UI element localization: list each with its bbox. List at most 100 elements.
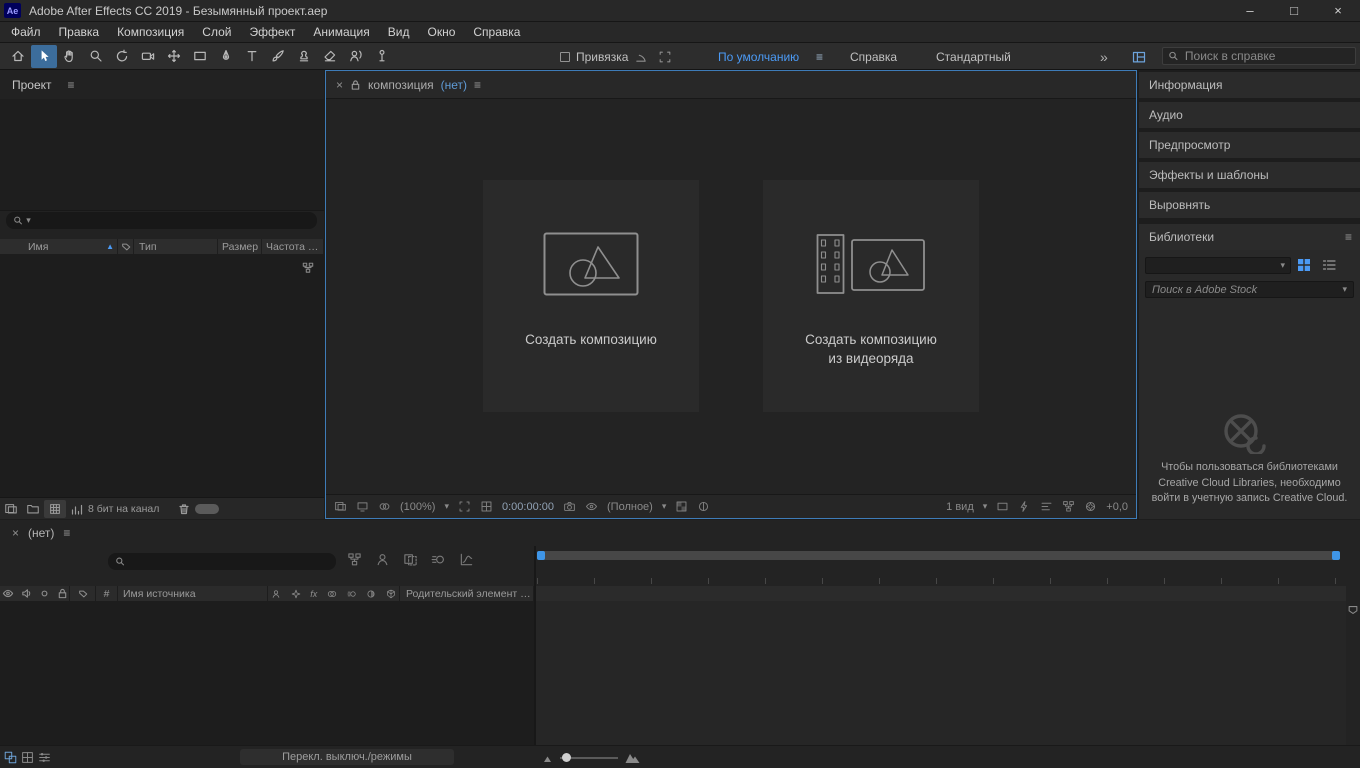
tab-close-icon[interactable]: × [12, 526, 19, 540]
motion-blur-icon[interactable] [347, 589, 357, 599]
menu-item-layer[interactable]: Слой [193, 25, 240, 39]
timeline-tab[interactable]: × (нет) ≡ [0, 520, 1360, 546]
mask-visibility-icon[interactable] [697, 500, 710, 513]
sort-ascending-icon[interactable]: ▲ [106, 242, 114, 251]
zoom-tool[interactable] [83, 45, 109, 68]
menu-item-window[interactable]: Окно [418, 25, 464, 39]
audio-panel-header[interactable]: Аудио [1139, 102, 1360, 128]
exposure-value[interactable]: +0,0 [1106, 501, 1128, 513]
column-label[interactable] [118, 239, 134, 254]
maximize-button[interactable]: □ [1272, 0, 1316, 21]
info-panel-header[interactable]: Информация [1139, 72, 1360, 98]
shy-icon[interactable] [271, 589, 281, 599]
stock-search-input[interactable] [1152, 284, 1338, 296]
preview-panel-header[interactable]: Предпросмотр [1139, 132, 1360, 158]
new-composition-card[interactable]: Создать композицию [483, 180, 699, 412]
menu-item-animation[interactable]: Анимация [304, 25, 378, 39]
graph-editor-icon[interactable] [459, 552, 474, 567]
caret-down-icon[interactable]: ▾ [662, 501, 667, 512]
close-button[interactable]: × [1316, 0, 1360, 21]
view-layout-dropdown[interactable]: 1 вид [946, 501, 974, 513]
zoom-slider-knob[interactable] [562, 753, 571, 762]
panel-menu-icon[interactable]: ≡ [68, 78, 75, 92]
new-composition-from-footage-card[interactable]: Создать композицию из видеоряда [763, 180, 979, 412]
project-panel-tab[interactable]: Проект ≡ [0, 70, 324, 99]
project-item-list[interactable] [0, 254, 324, 497]
caret-down-icon[interactable]: ▾ [444, 501, 449, 512]
type-tool[interactable] [239, 45, 265, 68]
menu-item-view[interactable]: Вид [379, 25, 419, 39]
pan-behind-tool[interactable] [161, 45, 187, 68]
eraser-tool[interactable] [317, 45, 343, 68]
tab-close-icon[interactable]: × [336, 78, 343, 92]
speaker-icon[interactable] [21, 588, 32, 599]
column-size[interactable]: Размер [218, 239, 262, 254]
solo-icon[interactable] [39, 588, 50, 599]
menu-item-composition[interactable]: Композиция [108, 25, 193, 39]
bit-depth-button[interactable]: 8 бит на канал [88, 503, 159, 515]
puppet-pin-tool[interactable] [369, 45, 395, 68]
rectangle-tool[interactable] [187, 45, 213, 68]
project-settings-button[interactable] [66, 500, 88, 518]
project-search-input[interactable] [34, 214, 310, 228]
expand-transfer-icon[interactable] [38, 751, 51, 764]
caret-down-icon[interactable]: ▾ [983, 501, 988, 512]
help-search-input[interactable] [1185, 49, 1350, 63]
layer-list-area[interactable] [0, 601, 534, 745]
snapshot-camera-icon[interactable] [563, 500, 576, 513]
toggle-switches-modes-button[interactable]: Перекл. выключ./режимы [240, 749, 454, 765]
menu-item-edit[interactable]: Правка [50, 25, 109, 39]
pixel-aspect-icon[interactable] [996, 500, 1009, 513]
workspace-standard[interactable]: Стандартный [936, 43, 1011, 70]
timeline-search-input[interactable] [128, 555, 329, 569]
pen-tool[interactable] [213, 45, 239, 68]
resolution-dropdown[interactable]: (Полное) [607, 501, 653, 513]
time-navigator[interactable] [537, 551, 1340, 560]
hand-tool[interactable] [57, 45, 83, 68]
home-button[interactable] [5, 45, 31, 68]
snap-checkbox[interactable] [560, 52, 570, 62]
column-name[interactable]: Имя ▲ [0, 239, 118, 254]
lock-icon[interactable] [57, 588, 68, 599]
timecode-display[interactable]: 0:00:00:00 [502, 501, 554, 513]
always-preview-icon[interactable] [334, 500, 347, 513]
menu-item-help[interactable]: Справка [464, 25, 529, 39]
libraries-panel-header[interactable]: Библиотеки ≡ [1139, 224, 1360, 250]
clone-stamp-tool[interactable] [291, 45, 317, 68]
magnification-dropdown[interactable]: (100%) [400, 501, 435, 513]
adjustment-layer-icon[interactable] [366, 589, 376, 599]
mask-icon[interactable] [327, 589, 337, 599]
region-of-interest-icon[interactable] [458, 500, 471, 513]
flowchart-button-icon[interactable] [1062, 500, 1075, 513]
time-navigator-start-handle[interactable] [537, 551, 545, 560]
fx-icon[interactable]: fx [310, 589, 317, 599]
panel-menu-icon[interactable]: ≡ [1345, 230, 1352, 244]
layer-number-column[interactable]: # [96, 586, 118, 601]
composition-tab[interactable]: × композиция (нет) ≡ [326, 71, 1136, 99]
track-area[interactable] [536, 601, 1346, 745]
timeline-pane-divider[interactable] [534, 546, 536, 768]
fast-previews-icon[interactable] [1018, 500, 1031, 513]
brush-tool[interactable] [265, 45, 291, 68]
frame-blending-icon[interactable] [403, 552, 418, 567]
project-search[interactable]: ▾ [6, 212, 317, 229]
time-ruler[interactable] [537, 565, 1340, 584]
help-search[interactable] [1162, 47, 1356, 65]
workspace-menu[interactable]: ≡ [816, 43, 823, 70]
shy-layers-icon[interactable] [375, 552, 390, 567]
expand-layers-icon[interactable] [4, 751, 17, 764]
roto-brush-tool[interactable] [343, 45, 369, 68]
timeline-search[interactable] [108, 553, 336, 570]
list-view-button[interactable] [1322, 258, 1336, 272]
eye-icon[interactable] [2, 588, 14, 599]
grid-guides-icon[interactable] [480, 500, 493, 513]
grid-view-button[interactable] [1297, 258, 1311, 272]
zoom-out-mountain-icon[interactable] [543, 753, 553, 763]
selection-tool[interactable] [31, 45, 57, 68]
align-panel-header[interactable]: Выровнять [1139, 192, 1360, 218]
minimize-button[interactable]: – [1228, 0, 1272, 21]
timeline-zoom-slider[interactable] [560, 757, 618, 759]
snap-bounds-icon[interactable] [658, 50, 672, 64]
unified-camera-tool[interactable] [135, 45, 161, 68]
panel-menu-icon[interactable]: ≡ [474, 78, 481, 92]
